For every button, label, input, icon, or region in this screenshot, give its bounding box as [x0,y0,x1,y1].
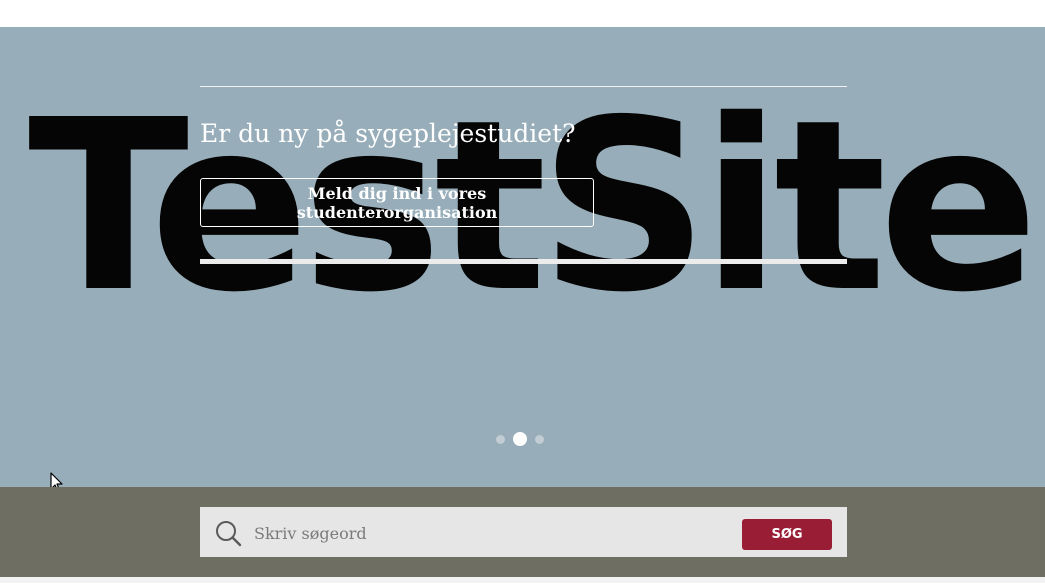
carousel-dot-active[interactable] [513,432,527,446]
search-icon [216,521,242,547]
carousel-dots [496,432,544,446]
carousel-dot[interactable] [496,434,505,444]
bottom-strip [0,577,1045,583]
hero-heading: Er du ny på sygeplejestudiet? [200,119,576,148]
hero-divider-bottom [200,259,847,264]
hero-divider-top [200,86,847,87]
search-input[interactable] [252,512,726,554]
search-button[interactable]: SØG [742,519,832,550]
join-organisation-button[interactable]: Meld dig ind i vores studenterorganisati… [200,178,594,227]
hero-banner: TestSite Er du ny på sygeplejestudiet? M… [0,27,1045,487]
top-bar [0,0,1045,27]
carousel-dot[interactable] [535,434,544,444]
